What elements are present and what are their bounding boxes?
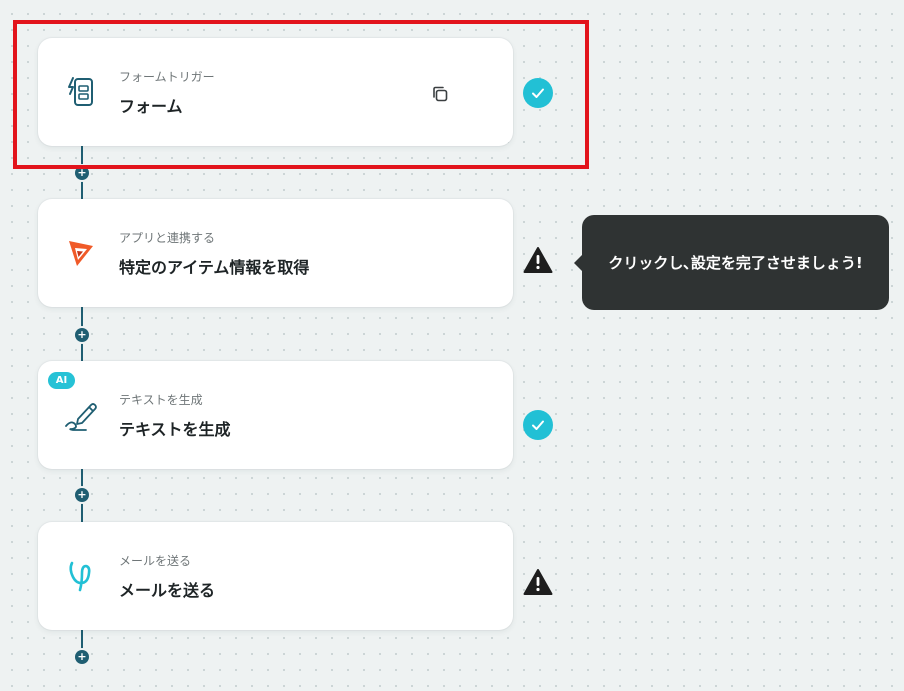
step-card-app-integration[interactable]: アプリと連携する 特定のアイテム情報を取得 xyxy=(38,199,513,307)
tooltip-arrow xyxy=(574,255,582,271)
ai-badge: AI xyxy=(48,372,75,389)
step-subtitle: フォームトリガー xyxy=(119,70,215,84)
tooltip-text: クリックし､設定を完了させましょう! xyxy=(608,254,863,272)
warning-icon xyxy=(523,568,553,598)
step-card-generate-text[interactable]: テキストを生成 テキストを生成 xyxy=(38,361,513,469)
setup-hint-tooltip: クリックし､設定を完了させましょう! xyxy=(574,215,889,310)
app-logo-icon xyxy=(64,235,98,271)
step-title: テキストを生成 xyxy=(119,420,231,439)
step-card-send-mail[interactable]: メールを送る メールを送る xyxy=(38,522,513,630)
add-step-button-3[interactable]: + xyxy=(75,488,89,502)
step-subtitle: アプリと連携する xyxy=(119,231,216,245)
add-step-button-2[interactable]: + xyxy=(75,328,89,342)
mail-app-icon xyxy=(64,558,98,594)
pen-icon xyxy=(64,397,98,433)
step-title: メールを送る xyxy=(119,581,216,600)
step-complete-check-icon xyxy=(523,78,553,108)
step-title: 特定のアイテム情報を取得 xyxy=(119,258,310,277)
step-subtitle: メールを送る xyxy=(119,554,192,568)
copy-icon[interactable] xyxy=(430,84,450,104)
form-icon xyxy=(64,74,98,110)
add-step-button-4[interactable]: + xyxy=(75,650,89,664)
add-step-button-1[interactable]: + xyxy=(75,166,89,180)
step-title: フォーム xyxy=(119,97,183,116)
step-card-form-trigger[interactable]: フォームトリガー フォーム xyxy=(38,38,513,146)
step-complete-check-icon xyxy=(523,410,553,440)
warning-icon xyxy=(523,246,553,276)
step-subtitle: テキストを生成 xyxy=(119,393,203,407)
